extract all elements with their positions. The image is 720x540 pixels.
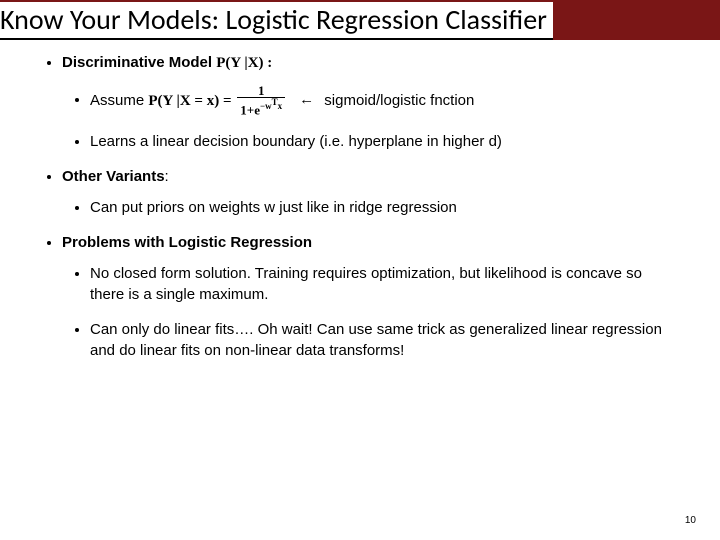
sub-bullet-linear-boundary: Learns a linear decision boundary (i.e. … (90, 131, 680, 152)
text-after: sigmoid/logistic fnction (320, 91, 474, 108)
text-prefix: Assume (90, 91, 148, 108)
math-lhs: P(Y |X = x) = (148, 92, 235, 108)
heading-suffix: : (165, 168, 169, 185)
section-other-variants: Other Variants: Can put priors on weight… (62, 168, 680, 218)
heading-text: Other Variants (62, 168, 165, 185)
left-arrow-icon: ← (299, 91, 314, 108)
sub-bullet-linear-fits: Can only do linear fits…. Oh wait! Can u… (90, 319, 680, 361)
sub-bullet-assume: Assume P(Y |X = x) = 11+e−wTx ← sigmoid/l… (90, 84, 680, 118)
section-problems: Problems with Logistic Regression No clo… (62, 234, 680, 361)
bullet-list: Discriminative Model P(Y |X) : Assume P(… (40, 54, 680, 362)
header-bar: Know Your Models: Logistic Regression Cl… (0, 0, 720, 40)
sub-bullet-no-closed-form: No closed form solution. Training requir… (90, 263, 680, 305)
slide-number: 10 (685, 515, 696, 526)
fraction-denominator: 1+e−wTx (237, 98, 285, 117)
heading-text: Discriminative Model (62, 54, 216, 71)
fraction-numerator: 1 (237, 84, 285, 99)
slide: Know Your Models: Logistic Regression Cl… (0, 0, 720, 540)
sub-bullet-priors: Can put priors on weights w just like in… (90, 197, 680, 218)
heading-text: Problems with Logistic Regression (62, 234, 312, 251)
section-discriminative: Discriminative Model P(Y |X) : Assume P(… (62, 54, 680, 153)
fraction: 11+e−wTx (237, 84, 285, 118)
sub-list: No closed form solution. Training requir… (62, 263, 680, 361)
slide-content: Discriminative Model P(Y |X) : Assume P(… (0, 40, 720, 362)
heading-math: P(Y |X) : (216, 55, 272, 71)
slide-title: Know Your Models: Logistic Regression Cl… (0, 2, 553, 40)
sub-list: Assume P(Y |X = x) = 11+e−wTx ← sigmoid/l… (62, 84, 680, 153)
sub-list: Can put priors on weights w just like in… (62, 197, 680, 218)
